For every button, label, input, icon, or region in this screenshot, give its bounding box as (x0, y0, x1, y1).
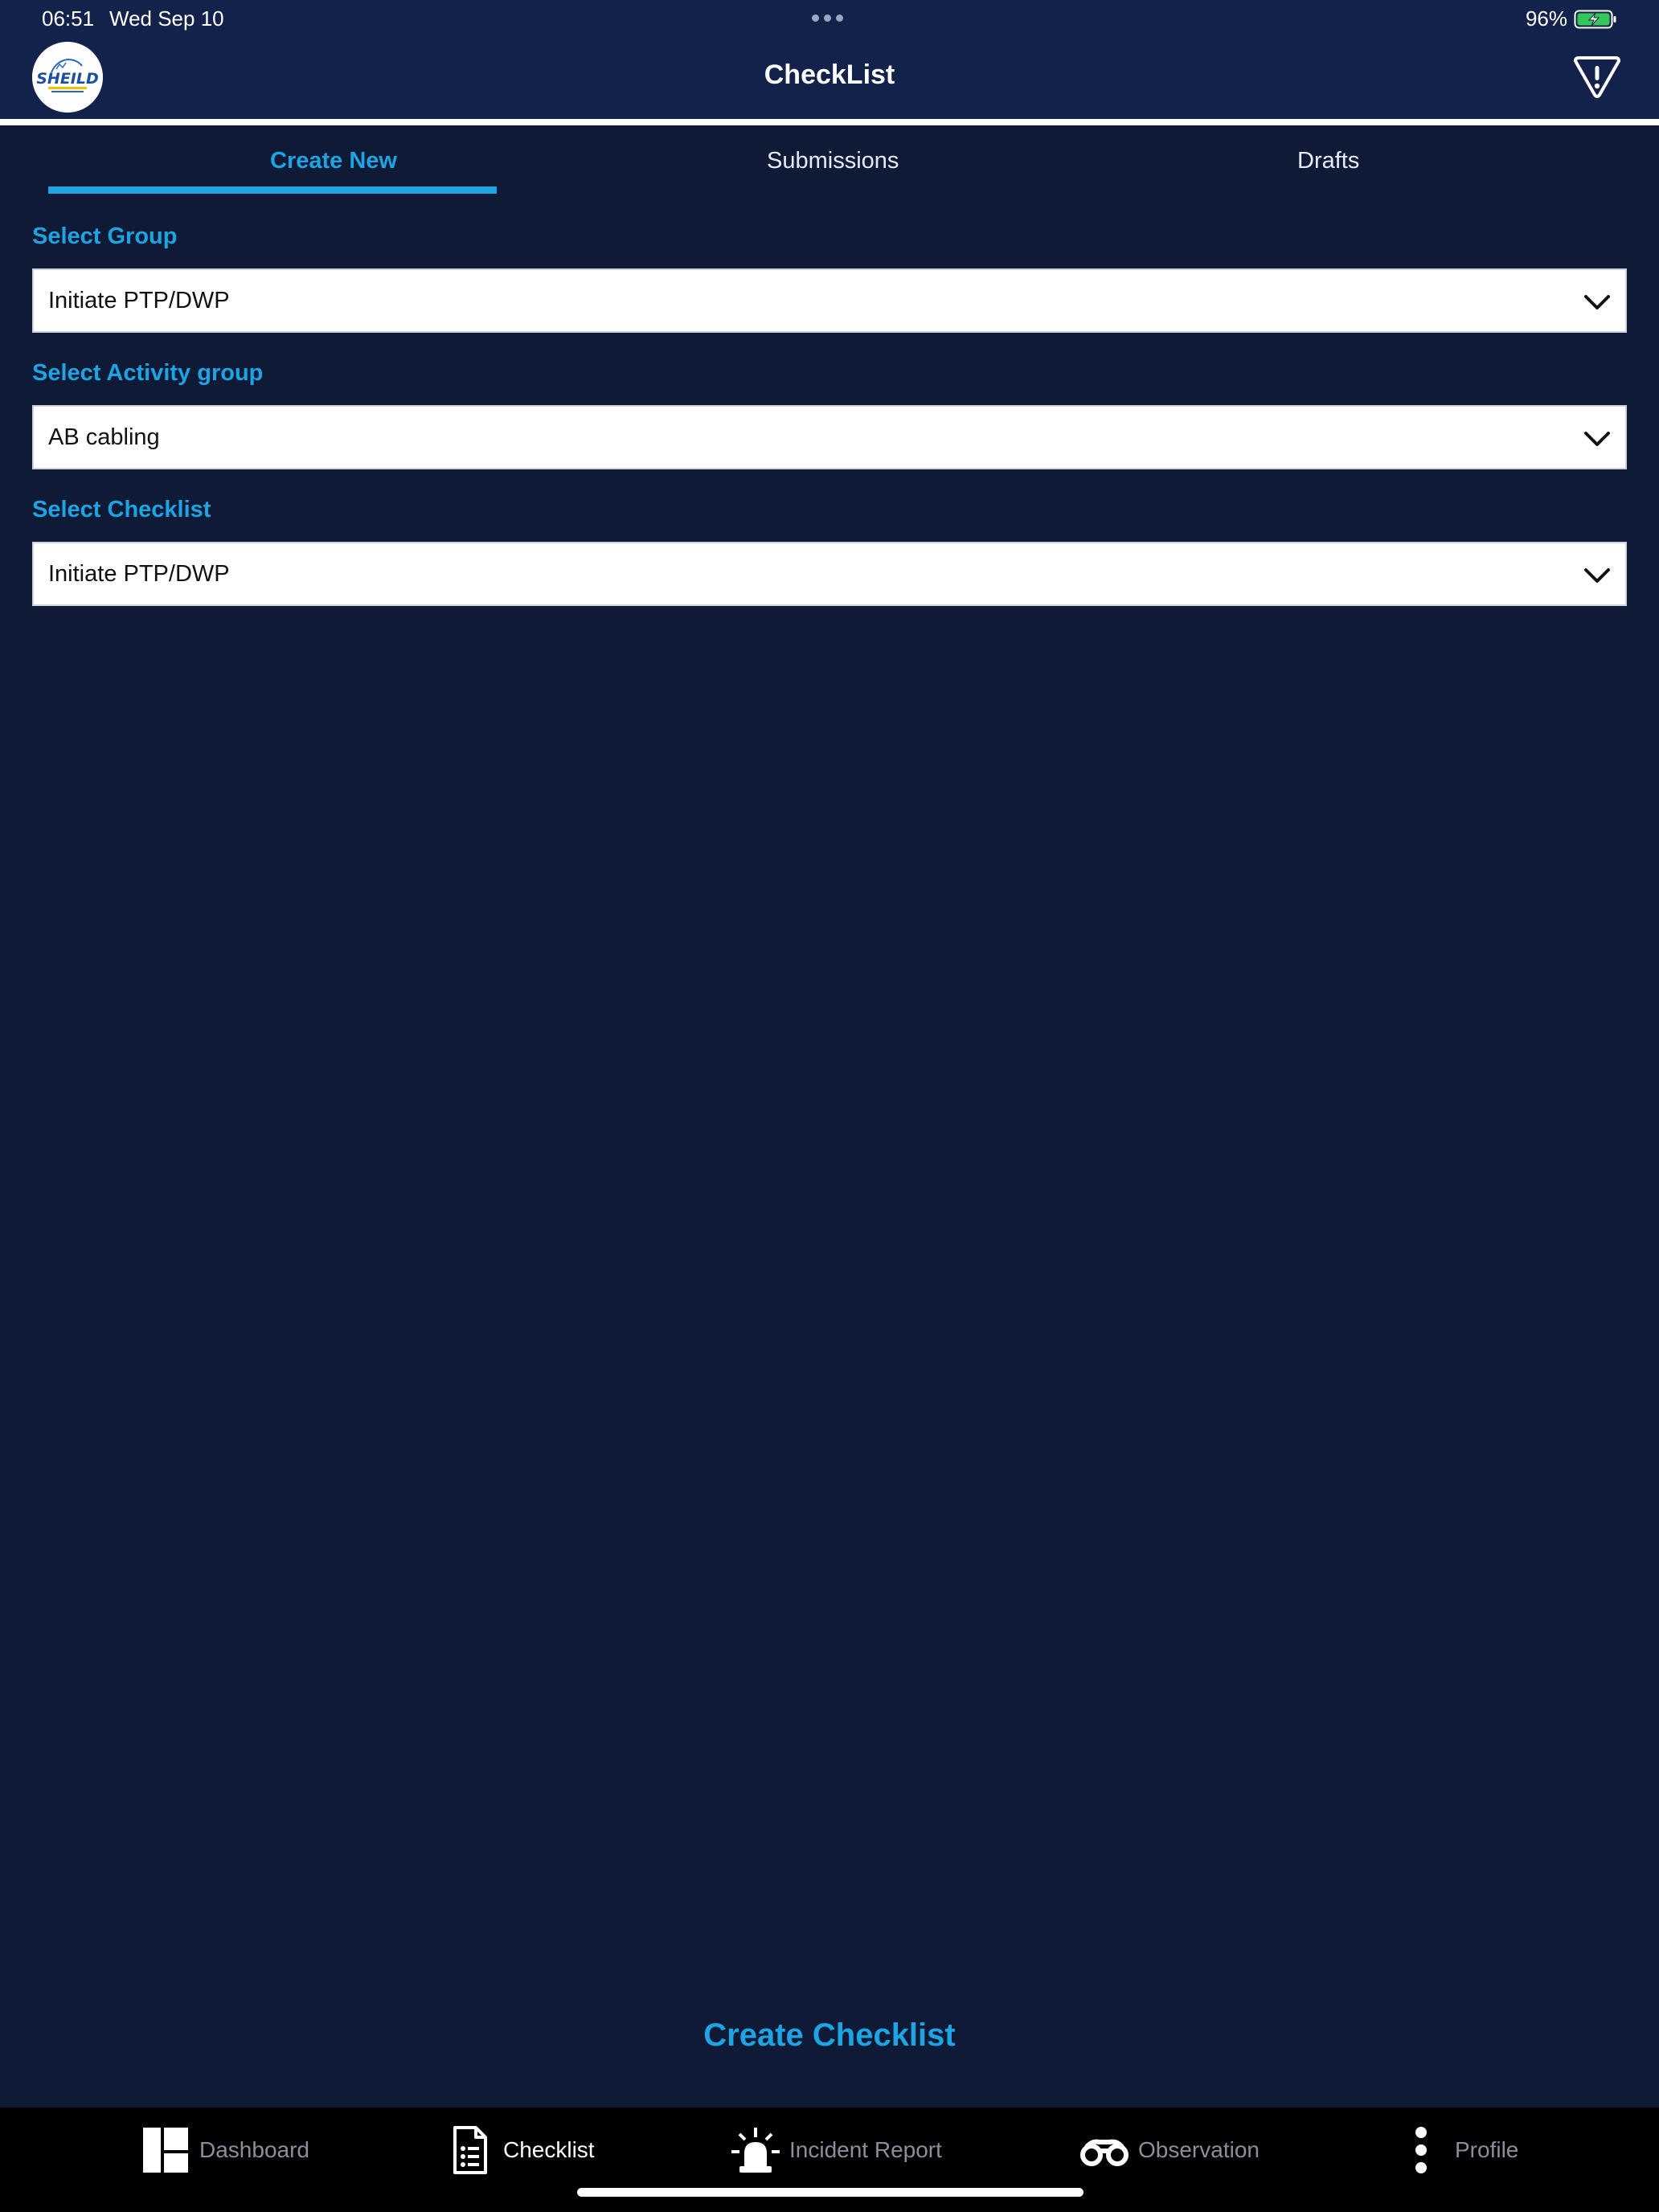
tab-create-new[interactable]: Create New (270, 148, 397, 174)
checklist-icon (453, 2126, 487, 2174)
dashboard-icon (143, 2128, 188, 2173)
nav-label-checklist: Checklist (503, 2137, 595, 2162)
nav-label-incident-report: Incident Report (789, 2137, 942, 2162)
status-time: 06:51 (42, 6, 95, 31)
select-activity-group-value: AB cabling (48, 424, 160, 450)
status-date: Wed Sep 10 (109, 6, 224, 31)
nav-item-observation[interactable]: Observation (1079, 2122, 1260, 2178)
create-checklist-row: Create Checklist (0, 2017, 1659, 2054)
select-checklist-label: Select Checklist (32, 497, 211, 522)
select-group-label: Select Group (32, 223, 178, 249)
more-vertical-icon (1415, 2127, 1427, 2173)
select-group-value: Initiate PTP/DWP (48, 288, 230, 313)
binoculars-icon (1080, 2139, 1129, 2166)
header-divider (0, 119, 1659, 125)
select-group-dropdown[interactable]: Initiate PTP/DWP (32, 268, 1627, 333)
nav-item-incident-report[interactable]: Incident Report (730, 2122, 942, 2178)
tab-drafts[interactable]: Drafts (1297, 148, 1359, 174)
app-header: 06:51 Wed Sep 10 96% SHEILD CheckList (0, 0, 1659, 119)
status-bar: 06:51 Wed Sep 10 96% (0, 0, 1659, 39)
checklist-screen: 06:51 Wed Sep 10 96% SHEILD CheckList Cr… (0, 0, 1659, 2212)
select-checklist-dropdown[interactable]: Initiate PTP/DWP (32, 542, 1627, 606)
select-activity-group-label: Select Activity group (32, 360, 264, 386)
home-indicator[interactable] (577, 2188, 1083, 2197)
page-title: CheckList (764, 59, 895, 90)
chevron-down-icon (1584, 432, 1610, 446)
nav-label-observation: Observation (1138, 2137, 1260, 2162)
select-checklist-value: Initiate PTP/DWP (48, 561, 230, 587)
select-activity-group-dropdown[interactable]: AB cabling (32, 405, 1627, 469)
battery-percentage: 96% (1525, 6, 1567, 31)
nav-item-profile[interactable]: Profile (1395, 2122, 1518, 2178)
tab-bar: Create New Submissions Drafts (0, 125, 1659, 196)
tab-submissions[interactable]: Submissions (767, 148, 899, 174)
nav-label-dashboard: Dashboard (199, 2137, 309, 2162)
chevron-down-icon (1584, 568, 1610, 583)
nav-item-checklist[interactable]: Checklist (444, 2122, 595, 2178)
create-checklist-button[interactable]: Create Checklist (703, 2017, 955, 2053)
multitask-dots-icon[interactable] (812, 14, 843, 22)
battery-charging-icon (1574, 10, 1616, 29)
siren-icon (731, 2128, 780, 2173)
chevron-down-icon (1584, 295, 1610, 309)
nav-label-profile: Profile (1455, 2137, 1519, 2162)
nav-item-dashboard[interactable]: Dashboard (140, 2122, 309, 2178)
active-tab-indicator (48, 186, 497, 194)
alert-triangle-icon[interactable] (1572, 55, 1622, 100)
